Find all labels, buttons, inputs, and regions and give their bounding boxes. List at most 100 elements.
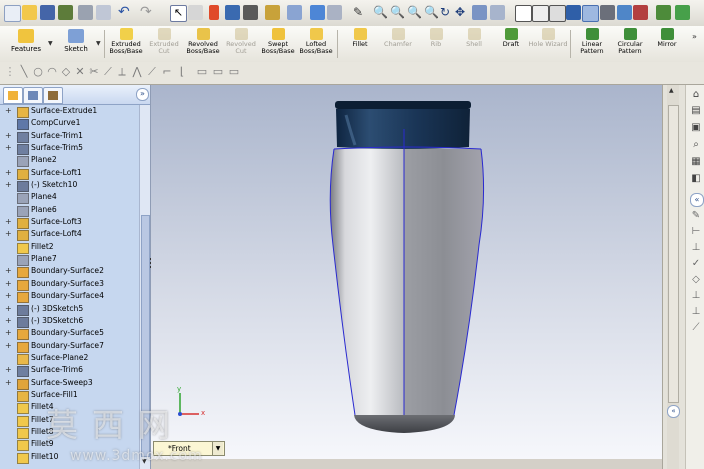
expand-plus-icon[interactable]: + — [5, 216, 13, 228]
hidden-lines-visible-icon[interactable] — [532, 5, 549, 22]
rib-button[interactable]: Rib — [416, 28, 456, 60]
wireframe-icon[interactable] — [515, 5, 532, 22]
tree-item[interactable]: + Boundary-Surface7 — [0, 340, 138, 353]
chamfer-button[interactable]: Chamfer — [378, 28, 418, 60]
tree-item[interactable]: + (-) Sketch10 — [0, 179, 138, 193]
save-icon[interactable] — [40, 5, 55, 20]
open-folder-icon[interactable] — [22, 5, 37, 20]
zoom-selection-icon[interactable]: 🔍 — [424, 5, 439, 20]
hole-wizard-button[interactable]: Hole Wizard — [528, 28, 568, 60]
evaluate-icon[interactable]: ✓ — [690, 258, 702, 270]
tree-item[interactable]: + Surface-Loft4 — [0, 228, 138, 242]
extruded-cut-button[interactable]: Extruded Cut — [144, 28, 184, 60]
shaded-with-edges-icon[interactable] — [566, 5, 581, 20]
expand-chevron-icon[interactable]: » — [136, 88, 149, 101]
linear-sketch-pattern-icon[interactable]: ▭ — [212, 66, 224, 78]
rebuild-icon[interactable] — [188, 5, 203, 20]
tree-item[interactable]: + Surface-Extrude1 — [0, 105, 138, 118]
options-icon[interactable] — [243, 5, 258, 20]
tree-item[interactable]: + Surface-Sweep3 — [0, 377, 138, 390]
custom-properties-icon[interactable]: ✎ — [690, 210, 702, 222]
reference-geometry-icon[interactable]: ⊥ — [690, 242, 702, 254]
photoworks-icon[interactable] — [675, 5, 690, 20]
configuration-manager-tab[interactable] — [43, 87, 63, 104]
circular-pattern-button[interactable]: Circular Pattern — [610, 28, 650, 60]
print-icon[interactable] — [78, 5, 93, 20]
scroll-thumb[interactable] — [668, 105, 679, 403]
expand-plus-icon[interactable]: + — [5, 130, 13, 142]
scroll-thumb[interactable] — [141, 215, 150, 457]
revolved-cut-button[interactable]: Revolved Cut — [221, 28, 261, 60]
tree-item[interactable]: + Boundary-Surface4 — [0, 290, 138, 304]
draft-button[interactable]: Draft — [491, 28, 531, 60]
expand-plus-icon[interactable]: + — [5, 142, 13, 154]
view-palette-icon[interactable]: ▦ — [690, 156, 702, 168]
view-dropdown-arrow-icon[interactable]: ▼ — [212, 442, 223, 455]
features-tab[interactable]: Features — [6, 28, 46, 60]
tree-item[interactable]: + Boundary-Surface2 — [0, 265, 138, 279]
expand-plus-icon[interactable]: + — [5, 167, 13, 179]
expand-plus-icon[interactable]: + — [5, 105, 13, 117]
section-view-icon[interactable] — [327, 5, 342, 20]
expand-chevron-icon[interactable]: « — [690, 193, 704, 207]
tree-item[interactable]: + Surface-Trim1 — [0, 130, 138, 143]
help-icon[interactable] — [265, 5, 280, 20]
expand-plus-icon[interactable]: + — [5, 265, 13, 277]
file-explorer-icon[interactable]: ▣ — [690, 122, 702, 134]
display-style-icon[interactable] — [310, 5, 325, 20]
appearance-icon[interactable] — [656, 5, 671, 20]
perspective-icon[interactable] — [617, 5, 632, 20]
tree-item[interactable]: + (-) 3DSketch5 — [0, 303, 138, 316]
sw-resources-icon[interactable]: ⌂ — [690, 89, 702, 101]
graphics-horizontal-scrollbar[interactable] — [151, 459, 662, 469]
tree-item[interactable]: Fillet2 — [0, 241, 138, 254]
tree-item[interactable]: + Surface-Trim5 — [0, 142, 138, 156]
mirror-button[interactable]: Mirror — [647, 28, 687, 60]
tree-item[interactable]: Fillet8 — [0, 426, 138, 439]
dimxpert-icon[interactable]: ◇ — [690, 274, 702, 286]
shadows-icon[interactable] — [600, 5, 615, 20]
previous-view-icon[interactable] — [472, 5, 487, 20]
circle-icon[interactable]: ○ — [32, 66, 44, 78]
offset-icon[interactable]: ⟂ — [116, 66, 128, 78]
annotations-icon[interactable]: ⊥ — [690, 306, 702, 318]
polygon-icon[interactable]: ◇ — [60, 66, 72, 78]
trim-icon[interactable]: ✂ — [88, 66, 100, 78]
collapse-chevron-icon[interactable]: « — [667, 405, 680, 418]
expand-plus-icon[interactable]: + — [5, 228, 13, 240]
rotate-view-icon[interactable]: ↻ — [440, 5, 455, 20]
expand-plus-icon[interactable]: + — [5, 315, 13, 327]
tree-item[interactable]: Surface-Fill1 — [0, 389, 138, 402]
fillet-button[interactable]: Fillet — [340, 28, 380, 60]
tree-item[interactable]: Plane6 — [0, 204, 138, 217]
properties-icon[interactable] — [96, 5, 111, 20]
zoom-to-fit-icon[interactable]: 🔍 — [373, 5, 388, 20]
tree-item[interactable]: + Surface-Loft3 — [0, 216, 138, 230]
arc-icon[interactable]: ◠ — [46, 66, 58, 78]
curves-icon[interactable]: ⟋ — [690, 322, 702, 334]
expand-plus-icon[interactable]: + — [5, 364, 13, 376]
mirror-entities-icon[interactable]: ⋀ — [131, 66, 143, 78]
sketch-dropdown-arrow-icon[interactable]: ▼ — [96, 40, 101, 47]
extruded-boss-base-button[interactable]: Extruded Boss/Base — [106, 28, 146, 60]
pan-icon[interactable]: ✥ — [455, 5, 470, 20]
tree-item[interactable]: + Surface-Loft1 — [0, 167, 138, 180]
sketch-tool-icon[interactable]: ⊢ — [690, 226, 702, 238]
expand-plus-icon[interactable]: + — [5, 290, 13, 302]
view-orientation-icon[interactable] — [287, 5, 302, 20]
hidden-lines-removed-icon[interactable] — [549, 5, 566, 22]
text-sketch-icon[interactable]: ▭ — [228, 66, 240, 78]
scroll-down-icon[interactable]: ▼ — [142, 458, 147, 465]
zoom-area-icon[interactable]: 🔍 — [390, 5, 405, 20]
shaded-icon[interactable] — [582, 5, 599, 22]
tree-item[interactable]: Plane4 — [0, 191, 138, 205]
centerline-icon[interactable]: ⌊ — [176, 66, 188, 78]
linear-pattern-button[interactable]: Linear Pattern — [572, 28, 612, 60]
chevron-right-icon[interactable]: » — [692, 32, 697, 41]
scroll-up-icon[interactable]: ▲ — [669, 87, 674, 94]
lofted-boss-base-button[interactable]: Lofted Boss/Base — [296, 28, 336, 60]
point-icon[interactable]: ✕ — [74, 66, 86, 78]
tree-item[interactable]: + Boundary-Surface5 — [0, 327, 138, 341]
design-library-icon[interactable]: ▤ — [690, 105, 702, 117]
tree-item[interactable]: Fillet7 — [0, 414, 138, 427]
